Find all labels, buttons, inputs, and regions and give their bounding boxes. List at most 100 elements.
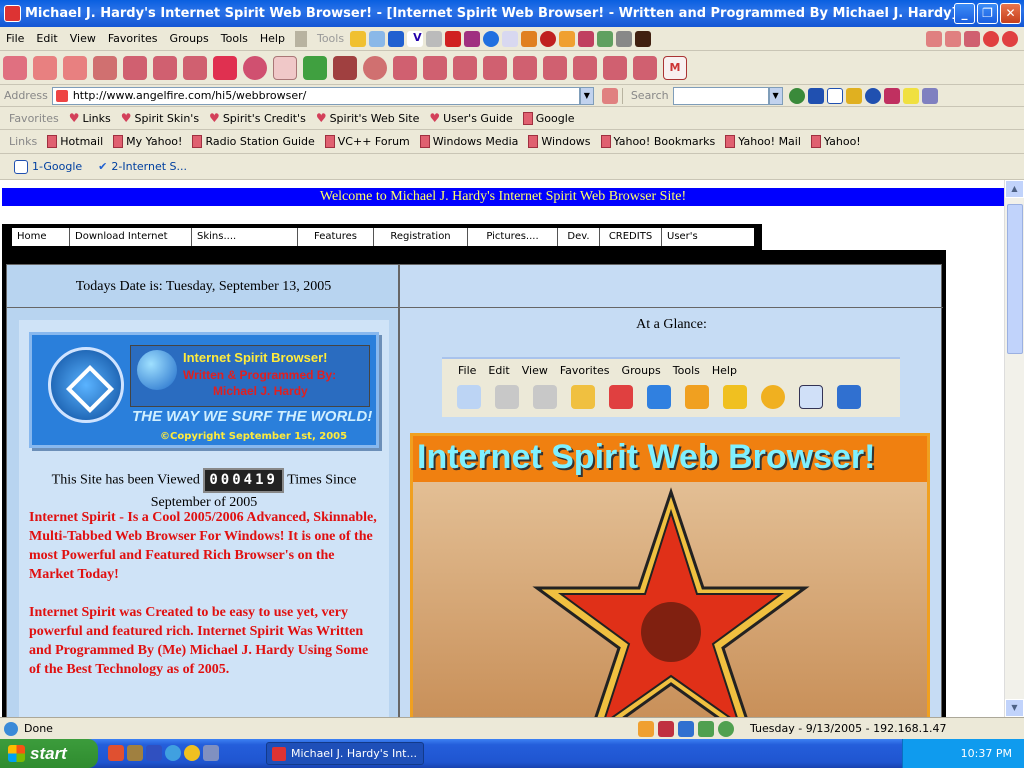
paw-icon[interactable] — [807, 87, 824, 104]
forward-icon[interactable] — [63, 55, 87, 80]
pen-icon[interactable] — [464, 30, 481, 47]
find-icon[interactable] — [453, 55, 477, 80]
scroll-thumb[interactable] — [1007, 204, 1023, 354]
menu-view[interactable]: View — [64, 32, 102, 45]
fav-credits[interactable]: ♥ Spirit's Credit's — [204, 111, 311, 125]
link-windows-media[interactable]: Windows Media — [415, 135, 524, 148]
fav-skins[interactable]: ♥ Spirit Skin's — [116, 111, 204, 125]
link-yahoo[interactable]: Yahoo! — [806, 135, 866, 148]
minimize-button[interactable]: _ — [954, 3, 975, 24]
link-yahoo-mail[interactable]: Yahoo! Mail — [720, 135, 806, 148]
taskbar-window-button[interactable]: Michael J. Hardy's Int... — [266, 742, 424, 765]
scroll-down-button[interactable]: ▼ — [1005, 699, 1024, 717]
vertical-scrollbar[interactable]: ▲ ▼ — [1004, 180, 1024, 717]
nav-users-guide[interactable]: User's Guide. — [662, 228, 734, 260]
wrench-icon[interactable] — [603, 55, 627, 80]
bug-icon[interactable] — [333, 55, 357, 80]
nav-pictures[interactable]: Pictures.... — [468, 228, 558, 246]
link-icon[interactable] — [964, 30, 980, 47]
paint-icon[interactable] — [578, 30, 595, 47]
highlight-icon[interactable] — [902, 87, 919, 104]
nav-download[interactable]: Download Internet Spirit — [70, 228, 192, 260]
forward-small-icon[interactable] — [945, 30, 961, 47]
gift-icon[interactable] — [883, 87, 900, 104]
skins-icon[interactable] — [369, 30, 386, 47]
fav-website[interactable]: ♥ Spirit's Web Site — [311, 111, 425, 125]
nav-home[interactable]: Home — [12, 228, 70, 246]
stop-hand-icon[interactable] — [123, 55, 147, 80]
scroll-up-button[interactable]: ▲ — [1005, 180, 1024, 198]
tab-internet-spirit[interactable]: ✔ 2-Internet S... — [90, 157, 195, 177]
brush-icon[interactable] — [559, 30, 576, 47]
image-icon[interactable] — [635, 30, 652, 47]
quick-launch-icon[interactable] — [146, 745, 162, 761]
calc-icon[interactable] — [502, 30, 519, 47]
fav-google[interactable]: Google — [518, 111, 580, 125]
mail-icon[interactable] — [393, 55, 417, 80]
heart-icon[interactable] — [213, 55, 237, 80]
nav-registration[interactable]: Registration — [374, 228, 468, 246]
hand-icon[interactable] — [698, 720, 714, 737]
power-icon[interactable] — [983, 30, 999, 47]
folder-icon[interactable] — [845, 87, 862, 104]
address-input[interactable]: http://www.angelfire.com/hi5/webbrowser/ — [51, 86, 580, 105]
document-icon[interactable] — [573, 55, 597, 80]
v-icon[interactable]: V — [407, 30, 424, 47]
printer-icon[interactable] — [633, 55, 657, 80]
recycle-icon[interactable] — [153, 55, 177, 80]
google-icon[interactable] — [826, 87, 843, 104]
link-windows[interactable]: Windows — [523, 135, 595, 148]
restore-button[interactable]: ❐ — [977, 3, 998, 24]
tab-google[interactable]: 1-Google — [6, 157, 90, 177]
swap-icon[interactable] — [483, 55, 507, 80]
link-yahoo-bookmarks[interactable]: Yahoo! Bookmarks — [596, 135, 721, 148]
wand-icon[interactable] — [350, 30, 367, 47]
flag-icon[interactable] — [445, 30, 462, 47]
new-page-icon[interactable] — [3, 55, 27, 80]
nav-credits[interactable]: CREDITS — [600, 228, 662, 246]
menu-groups[interactable]: Groups — [164, 32, 215, 45]
search-input[interactable] — [672, 86, 769, 105]
link-my-yahoo[interactable]: My Yahoo! — [108, 135, 187, 148]
settings-icon[interactable] — [93, 55, 117, 80]
zone-icon[interactable] — [678, 720, 694, 737]
fav-guide[interactable]: ♥ User's Guide — [424, 111, 517, 125]
start-button[interactable]: start — [0, 739, 98, 768]
window-titlebar[interactable]: Michael J. Hardy's Internet Spirit Web B… — [0, 0, 1024, 27]
diamond-icon[interactable] — [426, 30, 443, 47]
help-icon[interactable] — [1002, 30, 1018, 47]
search-dropdown[interactable]: ▼ — [768, 86, 783, 105]
stop-icon[interactable] — [540, 30, 557, 47]
print-icon[interactable] — [423, 55, 447, 80]
quick-launch-icon[interactable] — [127, 745, 143, 761]
close-button[interactable]: ✕ — [1000, 3, 1021, 24]
web-icon[interactable] — [864, 87, 881, 104]
web-content[interactable]: Welcome to Michael J. Hardy's Internet S… — [0, 180, 1004, 717]
popup-blocker-icon[interactable] — [638, 720, 654, 737]
grid-icon[interactable] — [521, 30, 538, 47]
menu-tools[interactable]: Tools — [215, 32, 254, 45]
address-dropdown[interactable]: ▼ — [579, 86, 594, 105]
nav-skins[interactable]: Skins.... — [192, 228, 298, 246]
nav-dev[interactable]: Dev. — [558, 228, 600, 246]
search-go-icon[interactable] — [788, 87, 805, 104]
m-logo-icon[interactable]: M — [663, 55, 687, 80]
home-icon[interactable] — [183, 55, 207, 80]
quick-launch-icon[interactable] — [184, 745, 200, 761]
refresh-icon[interactable] — [483, 30, 500, 47]
history-icon[interactable] — [243, 55, 267, 80]
edit-icon[interactable] — [513, 55, 537, 80]
link-radio[interactable]: Radio Station Guide — [187, 135, 319, 148]
quick-launch-icon[interactable] — [203, 745, 219, 761]
page-icon[interactable] — [273, 55, 297, 80]
online-icon[interactable] — [718, 720, 734, 737]
plus-icon[interactable] — [388, 30, 405, 47]
menu-file[interactable]: File — [0, 32, 30, 45]
back-small-icon[interactable] — [926, 30, 942, 47]
go-icon[interactable] — [601, 87, 618, 104]
tools-icon[interactable] — [303, 55, 327, 80]
group-icon[interactable] — [616, 30, 633, 47]
menu-edit[interactable]: Edit — [30, 32, 63, 45]
quick-launch-icon[interactable] — [165, 745, 181, 761]
fav-links[interactable]: ♥ Links — [64, 111, 116, 125]
